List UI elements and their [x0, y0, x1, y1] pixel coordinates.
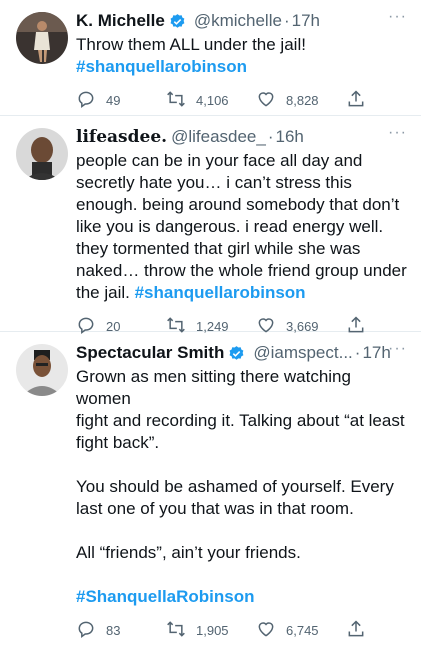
share-icon — [346, 619, 366, 642]
tweet-text: Grown as men sitting there watching wome… — [76, 366, 409, 608]
text-line: last one of you that was in that room. — [76, 499, 354, 518]
text-line: fight and recording it. Talking about “a… — [76, 411, 405, 430]
tweet-iamspectacular[interactable]: Spectacular Smith @iamspect... · 17h ···… — [0, 332, 421, 638]
separator: · — [283, 11, 290, 30]
avatar[interactable] — [16, 12, 68, 64]
text-line: they tormented that girl while she was — [76, 239, 361, 258]
retweet-count: 1,905 — [196, 622, 229, 638]
avatar[interactable] — [16, 344, 68, 396]
more-icon[interactable]: ··· — [388, 8, 407, 26]
text-line: Grown as men sitting there watching wome… — [76, 367, 351, 408]
like-count: 8,828 — [286, 92, 319, 108]
timestamp[interactable]: 16h — [276, 126, 304, 148]
text-line: You should be ashamed of yourself. Every — [76, 477, 394, 496]
display-name[interactable]: Spectacular Smith — [76, 342, 224, 364]
timestamp[interactable]: 17h — [362, 342, 390, 364]
like-count: 6,745 — [286, 622, 319, 638]
text-line: enough. being around somebody that don’t — [76, 195, 400, 214]
tweet-kmichelle[interactable]: K. Michelle @kmichelle · 17h ··· Throw t… — [0, 0, 421, 116]
text-line: like you is dangerous. i read energy wel… — [76, 217, 384, 236]
avatar[interactable] — [16, 128, 68, 180]
like-button[interactable]: 6,745 — [256, 619, 346, 642]
share-button[interactable] — [346, 89, 376, 112]
text-line: naked… throw the whole friend group unde… — [76, 261, 407, 280]
text-line: secretly hate you… i can’t stress this — [76, 173, 352, 192]
tweet-text: Throw them ALL under the jail! #shanquel… — [76, 34, 409, 78]
verified-badge-icon — [169, 13, 186, 30]
hashtag-link[interactable]: #shanquellarobinson — [76, 57, 247, 76]
retweet-icon — [166, 619, 186, 642]
text-line: the jail. — [76, 283, 135, 302]
text-line: people can be in your face all day and — [76, 151, 363, 170]
retweet-count: 4,106 — [196, 92, 229, 108]
display-name[interactable]: lifeasdee. — [76, 126, 167, 148]
handle[interactable]: @lifeasdee_ — [171, 126, 266, 148]
separator: · — [354, 343, 361, 362]
reply-icon — [76, 89, 96, 112]
text-line: Throw them ALL under the jail! — [76, 35, 306, 54]
like-icon — [256, 619, 276, 642]
timestamp[interactable]: 17h — [292, 10, 320, 32]
like-button[interactable]: 8,828 — [256, 89, 346, 112]
handle[interactable]: @iamspect... — [253, 342, 352, 364]
separator: · — [267, 127, 274, 146]
reply-button[interactable]: 83 — [76, 619, 166, 642]
share-button[interactable] — [346, 619, 376, 642]
tweet-lifeasdee[interactable]: lifeasdee. @lifeasdee_ · 16h ··· people … — [0, 116, 421, 334]
reply-icon — [76, 619, 96, 642]
reply-count: 83 — [106, 622, 121, 638]
more-icon[interactable]: ··· — [388, 340, 407, 358]
more-icon[interactable]: ··· — [388, 124, 407, 142]
reply-button[interactable]: 49 — [76, 89, 166, 112]
retweet-button[interactable]: 1,905 — [166, 619, 256, 642]
tweet-actions: 83 1,905 6,745 — [76, 608, 409, 652]
retweet-icon — [166, 89, 186, 112]
retweet-button[interactable]: 4,106 — [166, 89, 256, 112]
display-name[interactable]: K. Michelle — [76, 10, 165, 32]
like-icon — [256, 89, 276, 112]
hashtag-link[interactable]: #shanquellarobinson — [135, 283, 306, 302]
share-icon — [346, 89, 366, 112]
text-line: fight back”. — [76, 433, 160, 452]
text-line: All “friends”, ain’t your friends. — [76, 543, 301, 562]
reply-count: 49 — [106, 92, 121, 108]
tweet-text: people can be in your face all day and s… — [76, 150, 409, 304]
hashtag-link[interactable]: #ShanquellaRobinson — [76, 587, 255, 606]
handle[interactable]: @kmichelle — [194, 10, 282, 32]
verified-badge-icon — [228, 345, 245, 362]
